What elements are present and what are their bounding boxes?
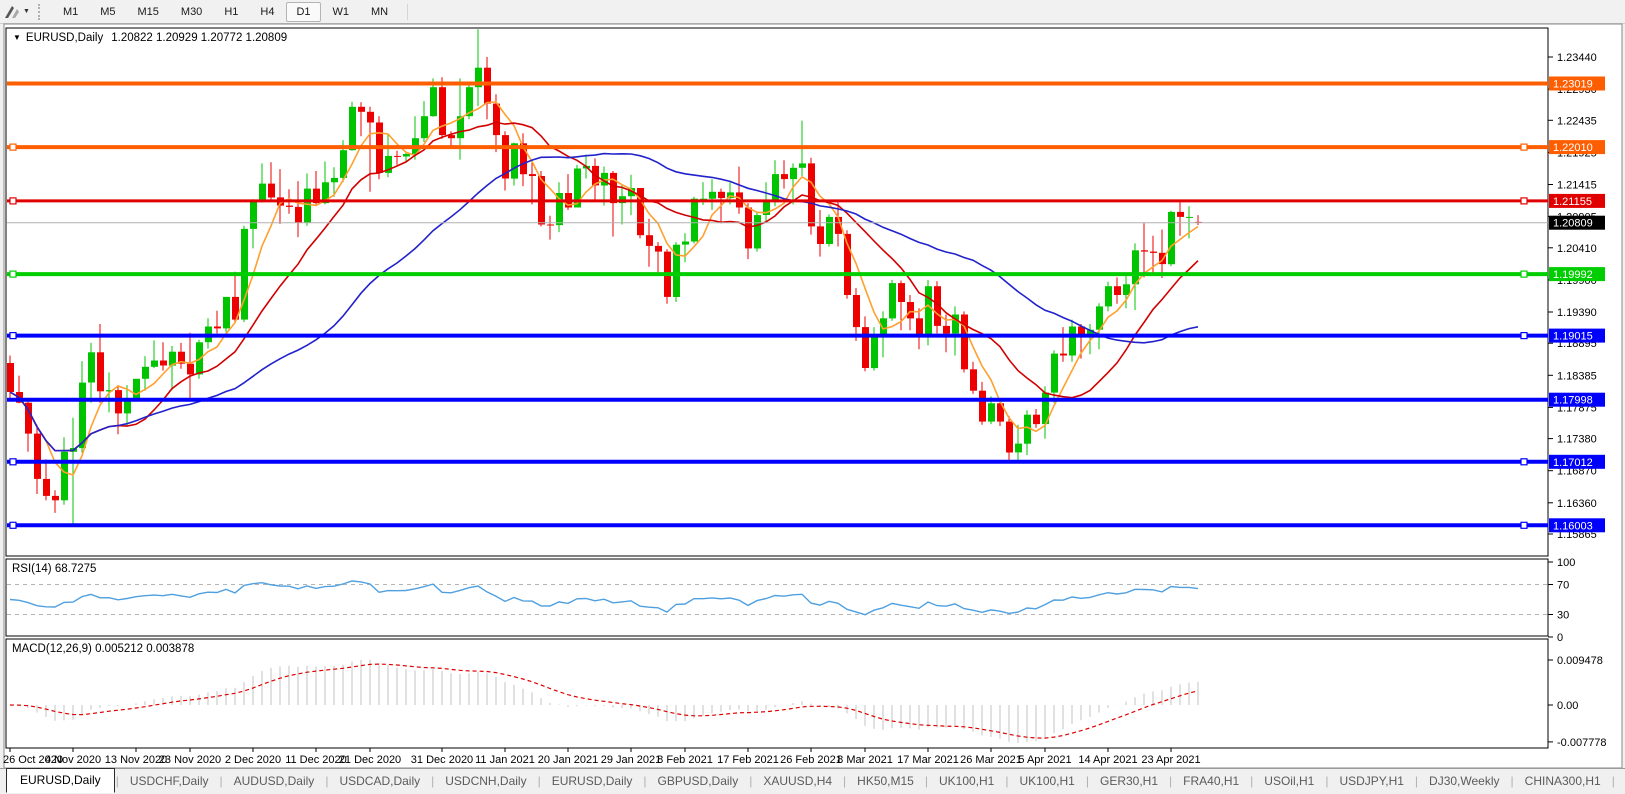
tab-uk100-h1[interactable]: UK100,H1 (929, 771, 1004, 791)
date-label: 26 Feb 2021 (780, 754, 842, 766)
date-label: 4 Nov 2020 (45, 754, 101, 766)
date-label: 11 Jan 2021 (475, 754, 535, 766)
date-label: 8 Mar 2021 (837, 754, 893, 766)
hline-price-badge: 1.17998 (1553, 395, 1593, 407)
chart-ohlc-values: 1.20822 1.20929 1.20772 1.20809 (111, 32, 288, 44)
macd-tick-label: -0.007778 (1557, 737, 1607, 749)
date-label: 14 Apr 2021 (1078, 754, 1137, 766)
tab-eurusd-daily[interactable]: EURUSD,Daily (6, 767, 115, 793)
chart-title: ▼ EURUSD,Daily 1.20822 1.20929 1.20772 1.2… (13, 32, 287, 44)
price-tick-label: 1.16360 (1557, 498, 1597, 510)
tab-uk100-h1[interactable]: UK100,H1 (1009, 771, 1084, 791)
chart-symbol-dropdown-icon[interactable]: ▼ (13, 33, 21, 42)
tab-dj30-weekly[interactable]: DJ30,Weekly (1419, 771, 1509, 791)
tab-usdcnh-daily[interactable]: USDCNH,Daily (435, 771, 536, 791)
tab-usdjpy-h1[interactable]: USDJPY,H1 (1329, 771, 1413, 791)
price-tick-label: 1.18385 (1557, 370, 1597, 382)
hline-price-badge: 1.21155 (1553, 196, 1592, 208)
macd-label: MACD(12,26,9) (12, 643, 92, 655)
tab-usdchf-daily[interactable]: USDCHF,Daily (120, 771, 219, 791)
mt4-terminal: { "toolbar": { "tool_icon": "drawing-too… (0, 0, 1625, 794)
tab-u[interactable]: U (1616, 771, 1625, 791)
rsi-value: 68.7275 (54, 563, 97, 575)
tab-usoil-h1[interactable]: USOil,H1 (1254, 771, 1324, 791)
hline-price-badge: 1.16003 (1553, 520, 1593, 532)
hline-price-badge: 1.17012 (1553, 457, 1593, 469)
date-label: 5 Apr 2021 (1018, 754, 1071, 766)
macd-tick-label: 0.00 (1557, 700, 1578, 712)
macd-signal-value: 0.003878 (146, 643, 195, 655)
rsi-tick-label: 70 (1557, 580, 1569, 592)
chart-canvas[interactable]: 1.234401.229301.224351.219251.214151.209… (0, 0, 1625, 768)
price-tick-label: 1.19390 (1557, 307, 1597, 319)
tab-ger30-h1[interactable]: GER30,H1 (1090, 771, 1168, 791)
tab-hk50-m15[interactable]: HK50,M15 (847, 771, 924, 791)
tab-china300-h1[interactable]: CHINA300,H1 (1515, 771, 1611, 791)
rsi-tick-label: 30 (1557, 610, 1569, 622)
price-tick-label: 1.17380 (1557, 434, 1597, 446)
current-price-badge: 1.20809 (1553, 218, 1593, 230)
date-label: 26 Mar 2021 (960, 754, 1022, 766)
tab-fra40-h1[interactable]: FRA40,H1 (1173, 771, 1249, 791)
tab-xauusd-h4[interactable]: XAUUSD,H4 (753, 771, 842, 791)
hline-price-badge: 1.19015 (1553, 331, 1593, 343)
rsi-label: RSI(14) (12, 563, 52, 575)
price-tick-label: 1.21415 (1557, 180, 1597, 192)
macd-title: MACD(12,26,9) 0.005212 0.003878 (12, 643, 194, 655)
price-tick-label: 1.22435 (1557, 115, 1597, 127)
chart-plot-area[interactable] (7, 29, 1547, 555)
date-label: 23 Nov 2020 (159, 754, 221, 766)
date-label: 17 Mar 2021 (897, 754, 959, 766)
hline-price-badge: 1.23019 (1553, 79, 1593, 91)
tab-usdcad-daily[interactable]: USDCAD,Daily (329, 771, 430, 791)
hline-price-badge: 1.22010 (1553, 142, 1593, 154)
symbol-tabbar: EURUSD,Daily | USDCHF,Daily | AUDUSD,Daily | U… (0, 767, 1625, 793)
rsi-title: RSI(14) 68.7275 (12, 563, 96, 575)
date-label: 21 Dec 2020 (339, 754, 401, 766)
rsi-tick-label: 100 (1557, 557, 1575, 569)
date-label: 29 Jan 2021 (601, 754, 662, 766)
chart-symbol-label: EURUSD,Daily (25, 32, 104, 44)
hline-price-badge: 1.19992 (1553, 269, 1593, 281)
tab-gbpusd-daily[interactable]: GBPUSD,Daily (648, 771, 749, 791)
date-label: 17 Feb 2021 (717, 754, 779, 766)
date-label: 20 Jan 2021 (538, 754, 599, 766)
tab-audusd-daily[interactable]: AUDUSD,Daily (224, 771, 325, 791)
date-label: 8 Feb 2021 (657, 754, 713, 766)
date-label: 11 Dec 2020 (285, 754, 347, 766)
price-tick-label: 1.20410 (1557, 243, 1597, 255)
price-tick-label: 1.23440 (1557, 52, 1597, 64)
rsi-tick-label: 0 (1557, 632, 1563, 644)
macd-tick-label: 0.009478 (1557, 655, 1603, 667)
date-label: 2 Dec 2020 (225, 754, 281, 766)
date-label: 23 Apr 2021 (1141, 754, 1200, 766)
date-label: 31 Dec 2020 (411, 754, 473, 766)
macd-main-value: 0.005212 (95, 643, 144, 655)
tab-eurusd-daily[interactable]: EURUSD,Daily (542, 771, 643, 791)
